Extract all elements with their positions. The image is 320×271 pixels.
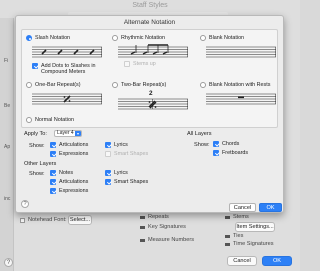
slash-staff-icon xyxy=(32,44,102,59)
notation-options-pane: Slash Notation Add Dots to Slashes in Co… xyxy=(21,29,278,128)
bg-item-measure-numbers: Measure Numbers xyxy=(140,237,194,243)
other-lyrics-checkbox[interactable] xyxy=(105,170,111,176)
apply-to-select[interactable]: Layer 4 ▾ xyxy=(54,130,82,137)
side-label-3: Ap xyxy=(4,144,11,150)
all-layers-fretboards[interactable]: Fretboards xyxy=(213,150,248,156)
other-smart-shapes-checkbox[interactable] xyxy=(105,179,111,185)
other-show-label: Show: xyxy=(29,171,45,177)
rhythmic-staff-icon xyxy=(118,44,188,59)
apply-lyrics-checkbox[interactable] xyxy=(105,142,111,148)
side-label-1: Fi xyxy=(4,58,9,64)
radio-blank[interactable] xyxy=(200,35,206,41)
help-icon[interactable]: ? xyxy=(21,200,29,208)
option-normal[interactable]: Normal Notation xyxy=(26,117,74,123)
all-layers-heading: All Layers xyxy=(187,131,212,137)
chords-checkbox[interactable] xyxy=(213,141,219,147)
all-layers-chords[interactable]: Chords xyxy=(213,141,239,147)
option-two-bar-repeat[interactable]: Two-Bar Repeat(s) xyxy=(112,82,166,88)
bg-item-ties: Ties xyxy=(225,233,243,239)
apply-lyrics[interactable]: Lyrics xyxy=(105,142,128,148)
notehead-font-checkbox[interactable] xyxy=(20,217,25,223)
option-rhythmic[interactable]: Rhythmic Notation xyxy=(112,35,165,41)
all-layers-show-label: Show: xyxy=(194,142,210,148)
option-blank-with-rests[interactable]: Blank Notation with Rests xyxy=(200,82,270,88)
stems-up-checkbox xyxy=(124,61,130,67)
fretboards-checkbox[interactable] xyxy=(213,150,219,156)
other-lyrics[interactable]: Lyrics xyxy=(105,170,128,176)
radio-slash[interactable] xyxy=(26,35,32,41)
window-title: Staff Styles xyxy=(132,2,168,9)
bg-help-icon[interactable]: ? xyxy=(4,258,13,267)
apply-articulations-checkbox[interactable] xyxy=(50,142,56,148)
cancel-button[interactable]: Cancel xyxy=(229,203,256,212)
dialog-title: Alternate Notation xyxy=(123,19,176,26)
item-settings-button[interactable]: Item Settings... xyxy=(235,222,275,232)
radio-normal[interactable] xyxy=(26,117,32,123)
radio-two-bar-repeat[interactable] xyxy=(112,82,118,88)
bg-partial-item-1: Repeats xyxy=(140,214,169,220)
notehead-font-label: Notehead Font: xyxy=(28,217,67,223)
bg-item-time-signatures: Time Signatures xyxy=(225,241,274,247)
other-smart-shapes[interactable]: Smart Shapes xyxy=(105,179,148,185)
add-dots-checkbox[interactable] xyxy=(32,63,38,69)
radio-rhythmic[interactable] xyxy=(112,35,118,41)
other-articulations[interactable]: Articulations xyxy=(50,179,88,185)
apply-expressions-checkbox[interactable] xyxy=(50,151,56,157)
other-expressions[interactable]: Expressions xyxy=(50,188,88,194)
option-blank[interactable]: Blank Notation xyxy=(200,35,244,41)
select-button[interactable]: Select... xyxy=(68,215,92,225)
option-one-bar-repeat[interactable]: One-Bar Repeat(s) xyxy=(26,82,81,88)
radio-blank-with-rests[interactable] xyxy=(200,82,206,88)
other-layers-heading: Other Layers xyxy=(24,161,57,167)
stems-up-option: Stems up xyxy=(124,61,156,67)
alternate-notation-dialog: Alternate Notation Slash Notation Add Do… xyxy=(15,15,284,213)
side-label-4: inc xyxy=(4,196,11,202)
other-notes[interactable]: Notes xyxy=(50,170,73,176)
add-dots-option[interactable]: Add Dots to Slashes in Compound Meters xyxy=(32,63,103,75)
chevron-down-icon: ▾ xyxy=(75,131,81,136)
notehead-font-row: Notehead Font: xyxy=(20,217,67,223)
radio-one-bar-repeat[interactable] xyxy=(26,82,32,88)
side-label-2: Be xyxy=(4,103,11,109)
ok-button[interactable]: OK xyxy=(259,203,282,212)
apply-smart-shapes-checkbox xyxy=(105,151,111,157)
blank-rests-staff-icon xyxy=(206,91,276,106)
other-articulations-checkbox[interactable] xyxy=(50,179,56,185)
option-slash[interactable]: Slash Notation xyxy=(26,35,70,41)
other-expressions-checkbox[interactable] xyxy=(50,188,56,194)
apply-show-label: Show: xyxy=(29,143,45,149)
apply-articulations[interactable]: Articulations xyxy=(50,142,88,148)
bg-cancel-button[interactable]: Cancel xyxy=(227,256,257,266)
other-notes-checkbox[interactable] xyxy=(50,170,56,176)
two-bar-staff-icon xyxy=(118,96,188,111)
apply-smart-shapes: Smart Shapes xyxy=(105,151,148,157)
apply-to-label: Apply To: xyxy=(24,131,47,137)
apply-expressions[interactable]: Expressions xyxy=(50,151,88,157)
bg-item-key-signatures: Key Signatures xyxy=(140,224,186,230)
bg-ok-button[interactable]: OK xyxy=(262,256,292,266)
one-bar-staff-icon xyxy=(32,91,102,106)
bg-partial-item-2: Stems xyxy=(225,214,249,220)
blank-staff-icon xyxy=(206,44,276,59)
